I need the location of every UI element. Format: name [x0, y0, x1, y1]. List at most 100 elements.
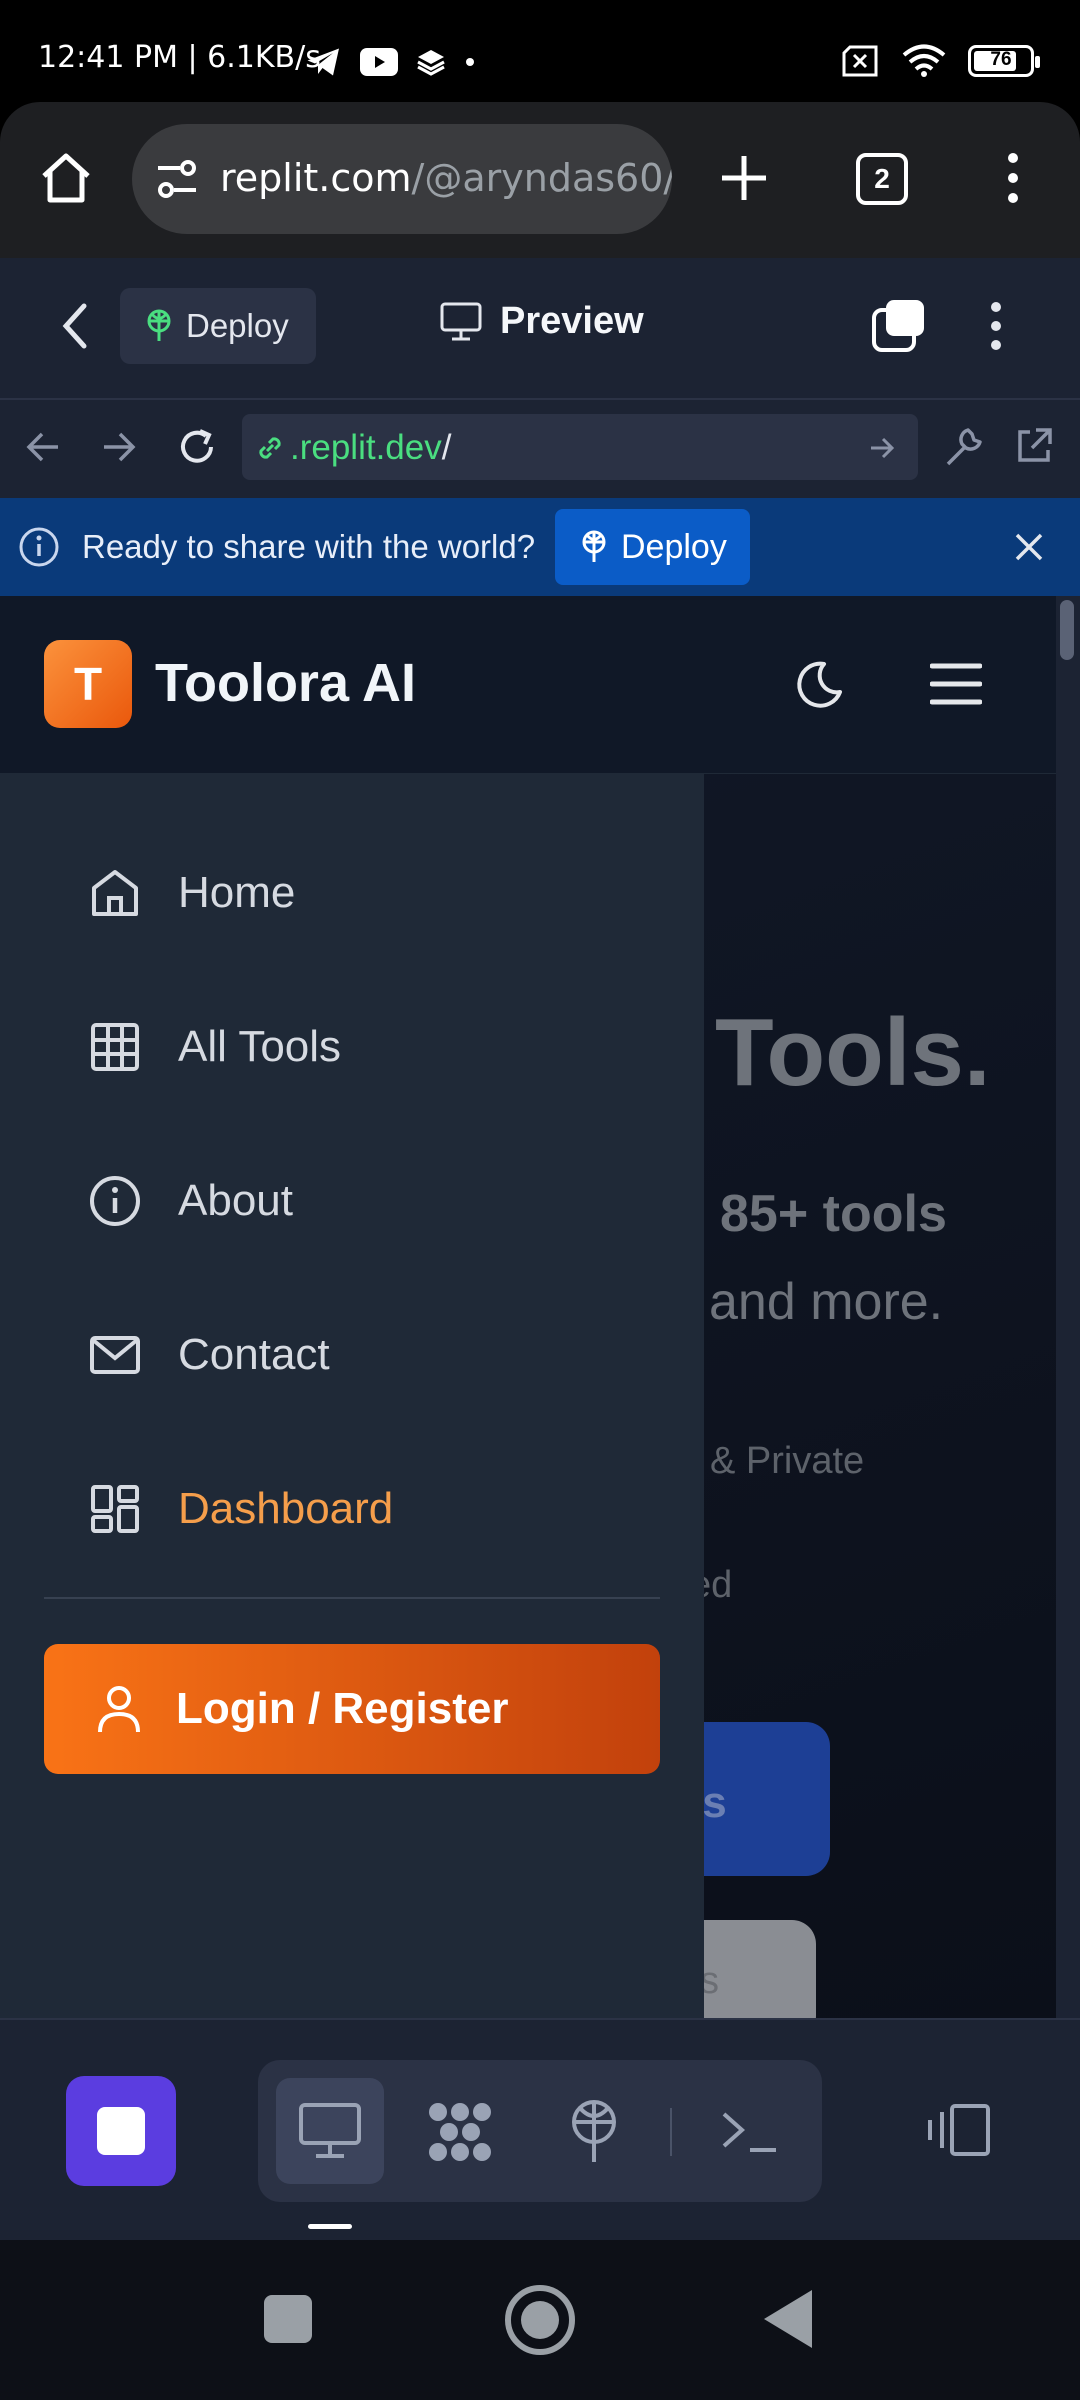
drawer-item-contact[interactable]: Contact — [88, 1328, 330, 1382]
preview-reload-button[interactable] — [176, 426, 218, 468]
replit-menu-button[interactable] — [982, 300, 1010, 352]
telegram-icon — [307, 48, 339, 76]
open-new-tab-button[interactable] — [1014, 426, 1054, 466]
login-register-button[interactable]: Login / Register — [44, 1644, 660, 1774]
tool-indicator — [308, 2224, 352, 2229]
preview-forward-button[interactable] — [100, 428, 138, 466]
preview-title: Preview — [440, 300, 644, 343]
triangle-back-icon — [764, 2290, 812, 2348]
youtube-icon — [360, 48, 398, 76]
apps-icon — [429, 2103, 491, 2161]
monitor-icon — [299, 2103, 361, 2158]
banner-message: Ready to share with the world? — [82, 528, 536, 565]
tabs-icon: 2 — [856, 153, 908, 205]
menu-toggle-button[interactable] — [930, 662, 982, 706]
home-nav-button[interactable] — [504, 2284, 576, 2356]
tool-apps-button[interactable] — [424, 2098, 496, 2166]
home-icon — [92, 870, 138, 916]
more-icon — [991, 302, 1001, 350]
mail-icon — [90, 1336, 140, 1374]
battery-level: 76 — [990, 49, 1012, 70]
external-link-icon — [1018, 428, 1052, 462]
tool-preview-button[interactable] — [298, 2102, 362, 2160]
browser-url-text[interactable]: replit.com/@aryndas60/ — [220, 156, 672, 200]
drawer-item-label: Dashboard — [178, 1484, 394, 1533]
tab-count: 2 — [874, 163, 890, 194]
theme-toggle-button[interactable] — [794, 660, 844, 710]
recents-button[interactable] — [262, 2293, 314, 2345]
tool-divider — [670, 2108, 672, 2156]
back-button[interactable] — [60, 302, 90, 350]
chevron-left-icon — [62, 303, 87, 349]
go-arrow-icon[interactable] — [868, 434, 896, 462]
site-logo[interactable]: T — [44, 640, 132, 728]
tool-shell-button[interactable] — [720, 2108, 778, 2156]
sim-off-icon — [842, 45, 878, 77]
preview-url-field[interactable]: .replit.dev/ — [242, 414, 918, 480]
site-title[interactable]: Toolora AI — [155, 652, 416, 714]
drawer-item-home[interactable]: Home — [88, 866, 295, 920]
banner-close-button[interactable] — [1012, 530, 1046, 564]
deploy-icon — [147, 309, 171, 341]
hero-subtitle-line2: l and more. — [683, 1273, 944, 1331]
hero-headline: Tools. — [715, 999, 991, 1106]
tool-deploy-button[interactable] — [566, 2098, 622, 2166]
preview-title-text: Preview — [500, 300, 644, 342]
layout-switch-button[interactable] — [924, 2100, 994, 2160]
monitor-icon — [440, 302, 482, 340]
arrow-right-icon — [104, 432, 136, 462]
deploy-tab-label: Deploy — [186, 307, 289, 344]
drawer-item-dashboard[interactable]: Dashboard — [88, 1482, 393, 1536]
preview-url-text[interactable]: .replit.dev/ — [290, 428, 451, 468]
wrench-icon — [946, 428, 982, 466]
banner-deploy-label: Deploy — [621, 527, 727, 566]
browser-url-bar[interactable]: replit.com/@aryndas60/ — [132, 124, 672, 234]
stop-button[interactable] — [66, 2076, 176, 2186]
reload-icon — [181, 429, 213, 463]
moon-icon — [797, 661, 842, 708]
drawer-item-all-tools[interactable]: All Tools — [88, 1020, 341, 1074]
pane-switcher-button[interactable] — [870, 296, 928, 354]
browser-home-button[interactable] — [38, 150, 94, 206]
windows-icon — [872, 300, 924, 352]
banner-deploy-button[interactable]: Deploy — [555, 509, 750, 585]
square-icon — [264, 2295, 312, 2343]
info-icon — [90, 1176, 140, 1226]
grid-icon — [91, 1023, 139, 1071]
browser-menu-button[interactable] — [998, 150, 1028, 206]
hero-feature-1: & Private — [710, 1440, 865, 1482]
home-icon — [42, 153, 90, 203]
site-settings-icon[interactable] — [154, 158, 200, 200]
preview-back-button[interactable] — [24, 428, 62, 466]
circle-icon — [505, 2285, 575, 2355]
scrollbar[interactable] — [1056, 596, 1080, 2018]
logo-letter: T — [73, 658, 103, 710]
close-icon — [1015, 533, 1043, 561]
battery-icon: 76 — [968, 45, 1040, 77]
drawer-item-about[interactable]: About — [88, 1174, 293, 1228]
deploy-icon — [572, 2100, 616, 2162]
url-host: replit.com — [220, 156, 412, 200]
preview-url-domain: .replit.dev — [290, 428, 442, 467]
back-nav-button[interactable] — [762, 2288, 814, 2350]
deploy-tab[interactable]: Deploy — [120, 288, 316, 364]
dashboard-icon — [91, 1485, 139, 1533]
new-tab-icon — [722, 156, 766, 200]
new-tab-button[interactable] — [718, 152, 770, 204]
hero-subtitle-line1: 85+ tools — [720, 1185, 947, 1243]
tabs-button[interactable]: 2 — [856, 153, 908, 205]
user-icon — [98, 1686, 140, 1733]
drawer-divider — [44, 1597, 660, 1599]
status-system-icons: 76 — [840, 44, 1040, 78]
scrollbar-thumb[interactable] — [1060, 600, 1074, 660]
url-path: /@aryndas60/ — [411, 156, 672, 200]
drawer-item-label: Home — [178, 868, 296, 917]
terminal-icon — [722, 2112, 776, 2152]
status-time: 12:41 PM | 6.1KB/s — [38, 40, 321, 75]
wifi-icon — [902, 44, 946, 77]
drawer-item-label: Contact — [178, 1330, 330, 1379]
dot-icon — [466, 58, 474, 66]
devtools-button[interactable] — [944, 426, 984, 468]
hamburger-icon — [930, 663, 982, 705]
panel-layout-icon — [928, 2104, 990, 2156]
